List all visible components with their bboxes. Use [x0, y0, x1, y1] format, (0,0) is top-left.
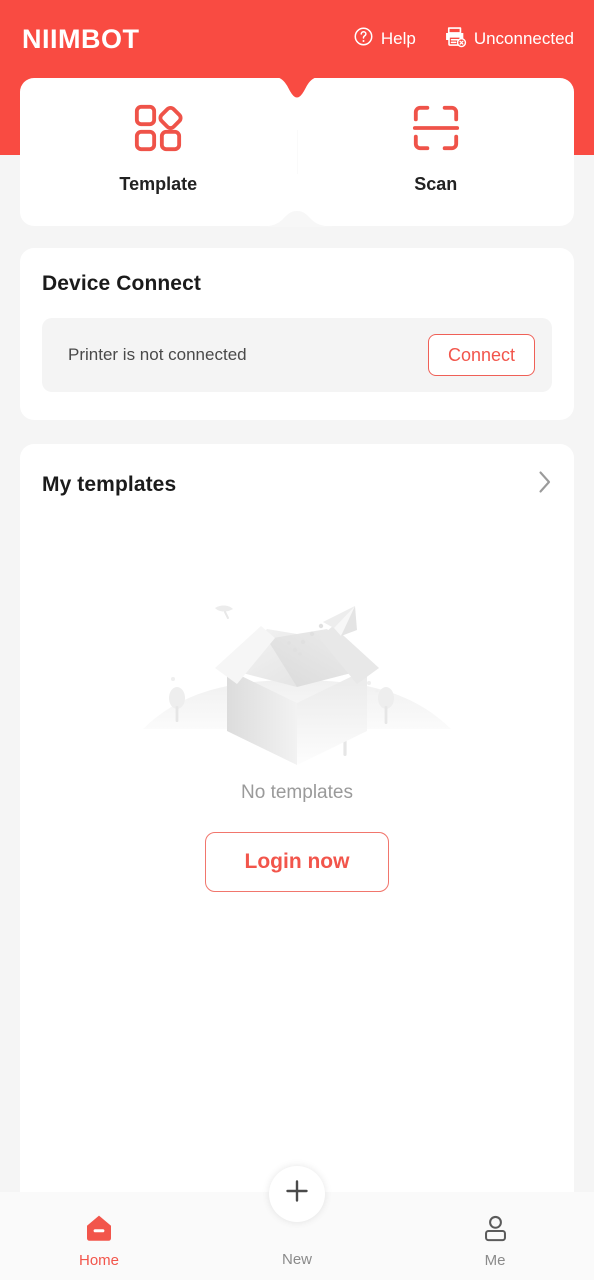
chevron-right-icon[interactable] — [538, 470, 552, 499]
new-fab-button[interactable] — [269, 1165, 325, 1222]
nav-item-me[interactable]: Me — [396, 1204, 594, 1269]
plus-icon — [282, 1176, 312, 1211]
template-action[interactable]: Template — [20, 78, 297, 226]
device-status-panel: Printer is not connected Connect — [42, 318, 552, 392]
my-templates-card: My templates No templates Login now — [20, 444, 574, 1192]
login-now-button[interactable]: Login now — [205, 832, 389, 892]
printer-disconnected-icon — [442, 25, 467, 53]
help-label: Help — [380, 29, 416, 48]
app-brand-title: NIIMBOT — [22, 23, 140, 54]
device-status-text: Printer is not connected — [68, 345, 247, 364]
nav-label-home: Home — [78, 1251, 119, 1269]
quick-actions-card: Template Scan — [20, 78, 575, 227]
my-templates-header[interactable]: My templates — [42, 470, 552, 499]
template-grid-icon — [133, 103, 183, 158]
connection-status-label: Unconnected — [473, 29, 574, 48]
person-icon — [481, 1214, 510, 1244]
help-button[interactable]: Help — [353, 26, 416, 52]
bottom-navigation-bar: Home New Me — [0, 1165, 594, 1280]
question-circle-icon — [353, 26, 374, 52]
home-icon — [84, 1214, 114, 1244]
nav-label-me: Me — [484, 1251, 506, 1269]
nav-label-new: New — [281, 1250, 312, 1268]
header-notch — [268, 76, 326, 98]
empty-box-paper-plane-illustration — [137, 564, 457, 774]
connect-button[interactable]: Connect — [427, 334, 535, 376]
templates-empty-state: No templates Login now — [20, 564, 574, 892]
nav-item-new[interactable]: New — [198, 1165, 396, 1268]
template-action-label: Template — [119, 174, 198, 194]
scan-action-label: Scan — [414, 174, 458, 194]
connection-status-button[interactable]: Unconnected — [442, 25, 574, 53]
device-connect-card: Device Connect Printer is not connected … — [20, 248, 574, 420]
my-templates-title: My templates — [42, 472, 177, 496]
scan-frame-icon — [411, 103, 461, 158]
header-actions: Help Unconnected — [353, 25, 574, 53]
empty-state-text: No templates — [241, 782, 353, 803]
scan-action[interactable]: Scan — [298, 78, 575, 226]
device-connect-title: Device Connect — [42, 272, 201, 295]
nav-item-home[interactable]: Home — [0, 1204, 198, 1269]
header-bar: NIIMBOT Help Unconnected — [0, 0, 594, 78]
